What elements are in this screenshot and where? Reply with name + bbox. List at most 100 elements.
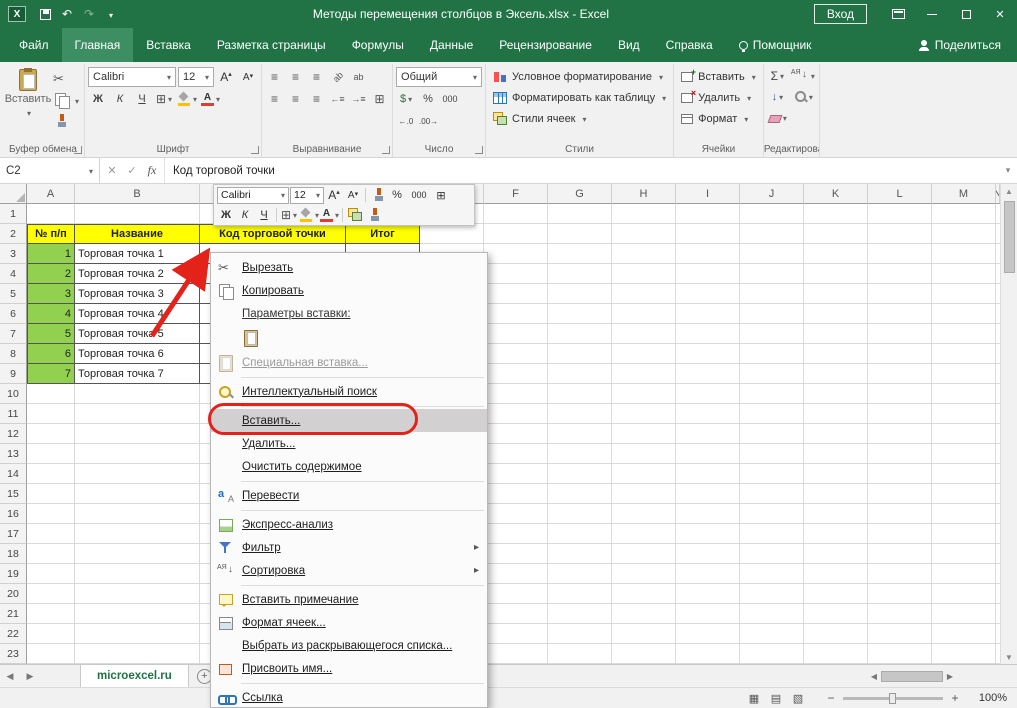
cell-K20[interactable] bbox=[804, 584, 868, 604]
page-layout-view-button[interactable]: ▤ bbox=[765, 689, 787, 708]
cell-F2[interactable] bbox=[484, 224, 548, 244]
cell-F17[interactable] bbox=[484, 524, 548, 544]
cell-L16[interactable] bbox=[868, 504, 932, 524]
sheet-tab-active[interactable]: microexcel.ru bbox=[80, 665, 189, 687]
cell-G15[interactable] bbox=[548, 484, 612, 504]
cell-B23[interactable] bbox=[75, 644, 200, 664]
find-select-button[interactable] bbox=[790, 87, 816, 107]
cell-H5[interactable] bbox=[612, 284, 676, 304]
column-header-I[interactable]: I bbox=[676, 184, 740, 204]
cell-H12[interactable] bbox=[612, 424, 676, 444]
cell-L3[interactable] bbox=[868, 244, 932, 264]
cell-I2[interactable] bbox=[676, 224, 740, 244]
sign-in-button[interactable]: Вход bbox=[814, 4, 867, 24]
cell-H14[interactable] bbox=[612, 464, 676, 484]
cell-M21[interactable] bbox=[932, 604, 996, 624]
cell-K6[interactable] bbox=[804, 304, 868, 324]
cell-B16[interactable] bbox=[75, 504, 200, 524]
context-menu-item-filter[interactable]: Фильтр▸ bbox=[211, 536, 487, 559]
cell-A21[interactable] bbox=[27, 604, 75, 624]
redo-button[interactable] bbox=[78, 0, 100, 28]
zoom-out-button[interactable]: − bbox=[823, 691, 839, 705]
cell-H22[interactable] bbox=[612, 624, 676, 644]
select-all-button[interactable] bbox=[0, 184, 27, 204]
cell-G19[interactable] bbox=[548, 564, 612, 584]
mini-painter-button[interactable] bbox=[365, 206, 383, 224]
cell-B2[interactable]: Название bbox=[75, 224, 200, 244]
cell-M22[interactable] bbox=[932, 624, 996, 644]
cell-B8[interactable]: Торговая точка 6 bbox=[75, 344, 200, 364]
undo-button[interactable] bbox=[56, 0, 78, 28]
cell-K23[interactable] bbox=[804, 644, 868, 664]
formula-content[interactable]: Код торговой точки bbox=[165, 158, 999, 183]
cell-K10[interactable] bbox=[804, 384, 868, 404]
cell-H3[interactable] bbox=[612, 244, 676, 264]
minimize-button[interactable] bbox=[915, 0, 949, 28]
cell-M3[interactable] bbox=[932, 244, 996, 264]
cell-J16[interactable] bbox=[740, 504, 804, 524]
cell-B18[interactable] bbox=[75, 544, 200, 564]
row-header-3[interactable]: 3 bbox=[0, 244, 27, 264]
align-bottom-button[interactable]: ≡ bbox=[307, 68, 326, 86]
cell-G23[interactable] bbox=[548, 644, 612, 664]
cell-J8[interactable] bbox=[740, 344, 804, 364]
cell-J15[interactable] bbox=[740, 484, 804, 504]
cell-M1[interactable] bbox=[932, 204, 996, 224]
comma-style-button[interactable]: 000 bbox=[440, 89, 460, 109]
wrap-text-button[interactable]: ab bbox=[349, 68, 368, 86]
cell-B1[interactable] bbox=[75, 204, 200, 224]
dialog-launcher-icon[interactable] bbox=[475, 146, 483, 154]
cell-K14[interactable] bbox=[804, 464, 868, 484]
font-size-select[interactable]: 12 bbox=[178, 67, 214, 87]
cell-M15[interactable] bbox=[932, 484, 996, 504]
align-top-button[interactable]: ≡ bbox=[265, 68, 284, 86]
cell-A1[interactable] bbox=[27, 204, 75, 224]
autosum-button[interactable] bbox=[767, 66, 788, 86]
cell-H19[interactable] bbox=[612, 564, 676, 584]
context-menu-item-link[interactable]: Ссылка bbox=[211, 686, 487, 708]
cell-F7[interactable] bbox=[484, 324, 548, 344]
cell-M9[interactable] bbox=[932, 364, 996, 384]
cell-I11[interactable] bbox=[676, 404, 740, 424]
row-header-6[interactable]: 6 bbox=[0, 304, 27, 324]
cell-L6[interactable] bbox=[868, 304, 932, 324]
column-header-K[interactable]: K bbox=[804, 184, 868, 204]
cell-K19[interactable] bbox=[804, 564, 868, 584]
cell-I22[interactable] bbox=[676, 624, 740, 644]
row-header-23[interactable]: 23 bbox=[0, 644, 27, 664]
cell-M4[interactable] bbox=[932, 264, 996, 284]
cell-M7[interactable] bbox=[932, 324, 996, 344]
cell-A6[interactable]: 4 bbox=[27, 304, 75, 324]
cell-L5[interactable] bbox=[868, 284, 932, 304]
cell-J18[interactable] bbox=[740, 544, 804, 564]
cell-M12[interactable] bbox=[932, 424, 996, 444]
cell-F13[interactable] bbox=[484, 444, 548, 464]
align-left-button[interactable]: ≡ bbox=[265, 90, 284, 108]
cell-F22[interactable] bbox=[484, 624, 548, 644]
cell-G10[interactable] bbox=[548, 384, 612, 404]
row-header-12[interactable]: 12 bbox=[0, 424, 27, 444]
cell-I23[interactable] bbox=[676, 644, 740, 664]
cell-G8[interactable] bbox=[548, 344, 612, 364]
cell-K5[interactable] bbox=[804, 284, 868, 304]
cell-G6[interactable] bbox=[548, 304, 612, 324]
page-break-view-button[interactable]: ▧ bbox=[787, 689, 809, 708]
cell-A14[interactable] bbox=[27, 464, 75, 484]
cell-H9[interactable] bbox=[612, 364, 676, 384]
mini-font-name-select[interactable]: Calibri bbox=[217, 187, 289, 204]
fill-color-button[interactable] bbox=[176, 89, 198, 109]
cell-I9[interactable] bbox=[676, 364, 740, 384]
context-menu-item-quick-analysis[interactable]: Экспресс-анализ bbox=[211, 513, 487, 536]
cell-M23[interactable] bbox=[932, 644, 996, 664]
paste-option-button[interactable] bbox=[241, 327, 267, 349]
cell-A10[interactable] bbox=[27, 384, 75, 404]
cell-H2[interactable] bbox=[612, 224, 676, 244]
cell-I16[interactable] bbox=[676, 504, 740, 524]
cell-J22[interactable] bbox=[740, 624, 804, 644]
shrink-font-button[interactable]: А▾ bbox=[238, 67, 258, 87]
context-menu-item-sort[interactable]: Сортировка▸ bbox=[211, 559, 487, 582]
cell-K9[interactable] bbox=[804, 364, 868, 384]
cell-B3[interactable]: Торговая точка 1 bbox=[75, 244, 200, 264]
cell-K3[interactable] bbox=[804, 244, 868, 264]
cell-A3[interactable]: 1 bbox=[27, 244, 75, 264]
